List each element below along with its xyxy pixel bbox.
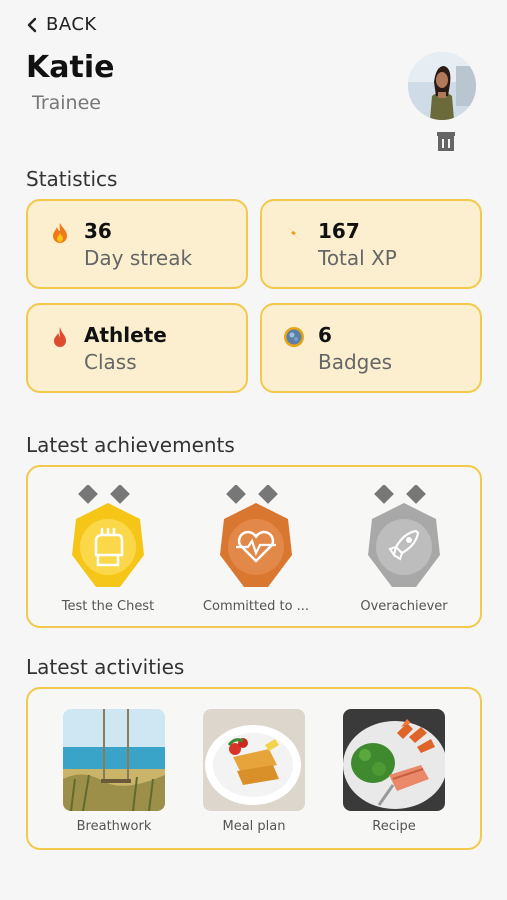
activity-item-recipe[interactable]: Recipe bbox=[324, 709, 464, 834]
achievement-item[interactable]: Committed to ... bbox=[186, 485, 326, 614]
achievement-item[interactable]: Overachiever bbox=[334, 485, 474, 614]
activity-item-breathwork[interactable]: Breathwork bbox=[44, 709, 184, 834]
stat-card-badges[interactable]: 6 Badges bbox=[260, 303, 482, 393]
stat-value: 36 bbox=[84, 219, 112, 243]
stat-label: Class bbox=[84, 350, 137, 374]
recipe-image bbox=[343, 709, 445, 811]
statistics-title: Statistics bbox=[26, 167, 118, 191]
activity-item-meal-plan[interactable]: Meal plan bbox=[184, 709, 324, 834]
breathwork-image bbox=[63, 709, 165, 811]
achievement-label: Committed to ... bbox=[202, 599, 310, 614]
trash-icon[interactable] bbox=[435, 130, 457, 152]
back-button[interactable]: BACK bbox=[26, 14, 97, 35]
activity-label: Breathwork bbox=[76, 819, 152, 834]
achievements-title: Latest achievements bbox=[26, 433, 235, 457]
badge-icon bbox=[284, 327, 304, 347]
rocket-icon bbox=[368, 485, 440, 587]
activity-label: Meal plan bbox=[222, 819, 286, 834]
fist-icon bbox=[72, 485, 144, 587]
achievement-label: Overachiever bbox=[360, 599, 448, 614]
activities-panel: Breathwork Meal plan Recipe bbox=[26, 687, 482, 850]
stat-value: 167 bbox=[318, 219, 360, 243]
achievement-label: Test the Chest bbox=[61, 599, 155, 614]
user-name: Katie bbox=[26, 50, 115, 85]
user-role: Trainee bbox=[32, 92, 101, 114]
stat-value: 6 bbox=[318, 323, 332, 347]
chevron-left-icon bbox=[27, 17, 37, 32]
lightning-icon bbox=[285, 225, 303, 242]
meal-plan-image bbox=[203, 709, 305, 811]
stat-card-class[interactable]: Athlete Class bbox=[26, 303, 248, 393]
stat-card-total-xp[interactable]: 167 Total XP bbox=[260, 199, 482, 289]
heart-pulse-icon bbox=[220, 485, 292, 587]
avatar[interactable] bbox=[408, 52, 476, 120]
flame-icon bbox=[53, 223, 67, 243]
achievements-panel: Test the Chest Committed to ... Overachi… bbox=[26, 465, 482, 628]
activity-label: Recipe bbox=[372, 819, 416, 834]
activities-title: Latest activities bbox=[26, 655, 185, 679]
drop-flame-icon bbox=[54, 327, 66, 347]
achievement-item[interactable]: Test the Chest bbox=[38, 485, 178, 614]
stat-value: Athlete bbox=[84, 323, 167, 347]
stat-label: Total XP bbox=[318, 246, 397, 270]
stat-label: Badges bbox=[318, 350, 393, 374]
back-label: BACK bbox=[46, 14, 97, 35]
stat-card-day-streak[interactable]: 36 Day streak bbox=[26, 199, 248, 289]
stat-label: Day streak bbox=[84, 246, 193, 270]
